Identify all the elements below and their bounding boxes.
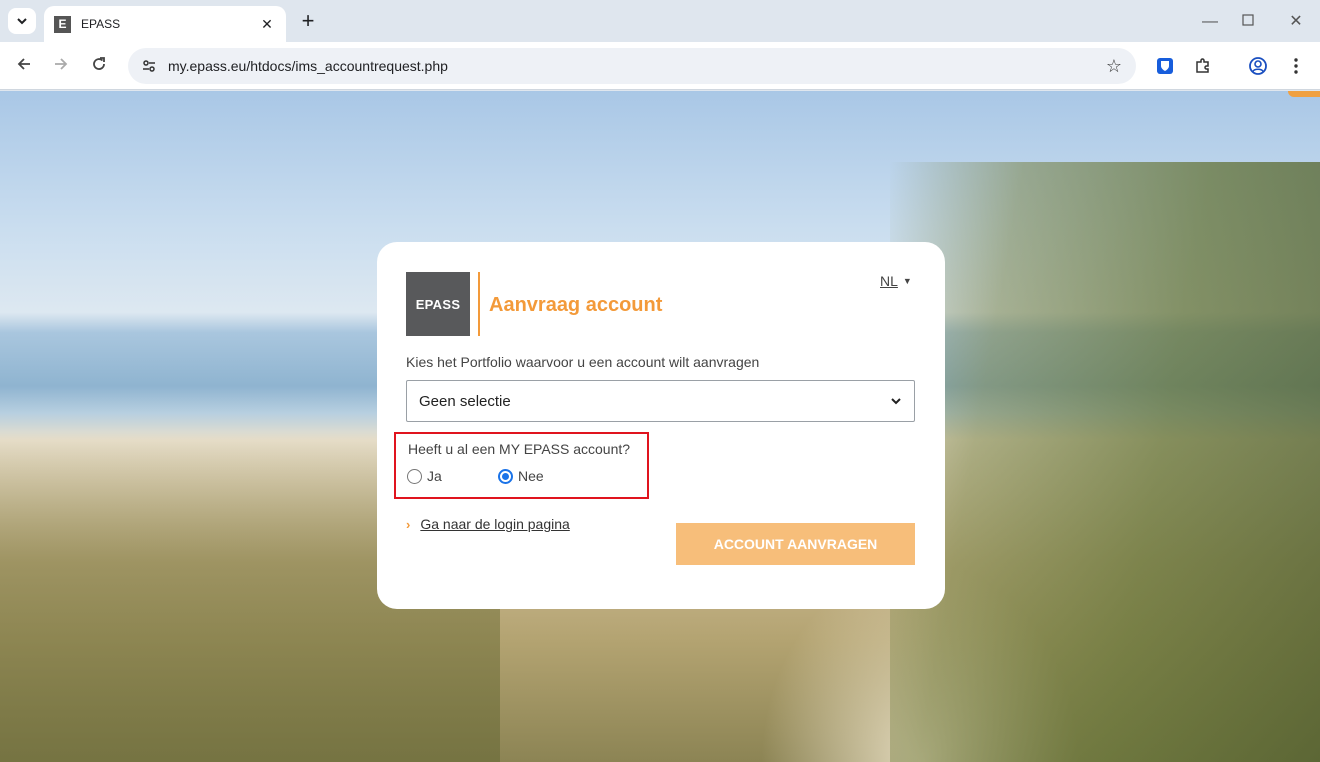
refresh-icon bbox=[93, 57, 105, 70]
account-request-card: EPASS Aanvraag account NL ▼ Kies het Por… bbox=[377, 242, 945, 609]
logo-divider bbox=[478, 272, 480, 336]
puzzle-icon bbox=[1196, 58, 1209, 73]
chevron-right-icon: › bbox=[406, 516, 411, 532]
maximize-icon[interactable] bbox=[1236, 10, 1260, 34]
browser-toolbar: my.epass.eu/htdocs/ims_accountrequest.ph… bbox=[0, 42, 1320, 90]
account-question-label: Heeft u al een MY EPASS account? bbox=[408, 441, 631, 457]
minimize-icon[interactable]: — bbox=[1198, 10, 1222, 34]
account-circle-icon bbox=[1249, 57, 1267, 75]
language-code: NL bbox=[880, 273, 898, 289]
tab-title: EPASS bbox=[81, 17, 121, 31]
shield-icon bbox=[1157, 58, 1173, 74]
portfolio-label: Kies het Portfolio waarvoor u een accoun… bbox=[406, 354, 760, 370]
arrow-left-icon bbox=[17, 58, 30, 70]
radio-ja-circle[interactable] bbox=[407, 468, 422, 484]
caret-down-icon: ▼ bbox=[902, 276, 912, 286]
bookmark-star-icon[interactable]: ☆ bbox=[1106, 56, 1122, 77]
reload-icon[interactable] bbox=[87, 54, 111, 78]
address-bar[interactable]: my.epass.eu/htdocs/ims_accountrequest.ph… bbox=[128, 48, 1136, 84]
extensions-puzzle-icon[interactable] bbox=[1191, 54, 1215, 78]
close-tab-icon[interactable]: ✕ bbox=[258, 16, 276, 33]
url-text: my.epass.eu/htdocs/ims_accountrequest.ph… bbox=[168, 58, 448, 74]
radio-ja[interactable]: Ja bbox=[407, 468, 442, 484]
radio-nee-label: Nee bbox=[518, 468, 544, 484]
tune-icon bbox=[143, 60, 155, 72]
epass-favicon-icon: E bbox=[54, 15, 71, 33]
radio-nee[interactable]: Nee bbox=[498, 468, 544, 484]
portfolio-select[interactable]: Geen selectie bbox=[406, 380, 915, 422]
login-link-text[interactable]: Ga naar de login pagina bbox=[420, 516, 569, 532]
close-window-icon[interactable]: ✕ bbox=[1284, 10, 1308, 34]
chevron-down-icon bbox=[17, 18, 27, 25]
menu-kebab-icon[interactable] bbox=[1284, 54, 1308, 78]
epass-logo: EPASS bbox=[406, 272, 470, 336]
page-title: Aanvraag account bbox=[489, 294, 663, 316]
corner-orange-tab bbox=[1288, 91, 1320, 97]
bitwarden-extension-icon[interactable] bbox=[1153, 54, 1177, 78]
account-question-highlight: Heeft u al een MY EPASS account? Ja Nee bbox=[394, 432, 649, 499]
radio-ja-label: Ja bbox=[427, 468, 442, 484]
profile-avatar-icon[interactable] bbox=[1246, 54, 1270, 78]
browser-tab[interactable]: E EPASS ✕ bbox=[44, 6, 286, 42]
tab-strip: E EPASS ✕ + — ✕ bbox=[0, 0, 1320, 42]
chevron-down-icon bbox=[891, 398, 901, 405]
more-vert-icon bbox=[1294, 58, 1298, 74]
radio-nee-circle[interactable] bbox=[498, 468, 513, 484]
account-request-button[interactable]: ACCOUNT AANVRAGEN bbox=[676, 523, 915, 565]
portfolio-selected-value: Geen selectie bbox=[419, 392, 511, 410]
grass-right-decoration bbox=[890, 162, 1320, 762]
new-tab-icon[interactable]: + bbox=[296, 10, 320, 34]
back-arrow-icon[interactable] bbox=[12, 54, 36, 78]
page-background: EPASS Aanvraag account NL ▼ Kies het Por… bbox=[0, 91, 1320, 762]
forward-arrow-icon[interactable] bbox=[49, 54, 73, 78]
arrow-right-icon bbox=[55, 58, 68, 70]
language-dropdown[interactable]: NL ▼ bbox=[880, 273, 912, 289]
login-link[interactable]: › Ga naar de login pagina bbox=[406, 516, 570, 532]
site-info-icon[interactable] bbox=[134, 58, 164, 74]
maximize-square-icon bbox=[1242, 14, 1254, 26]
tab-search-button[interactable] bbox=[8, 8, 36, 34]
